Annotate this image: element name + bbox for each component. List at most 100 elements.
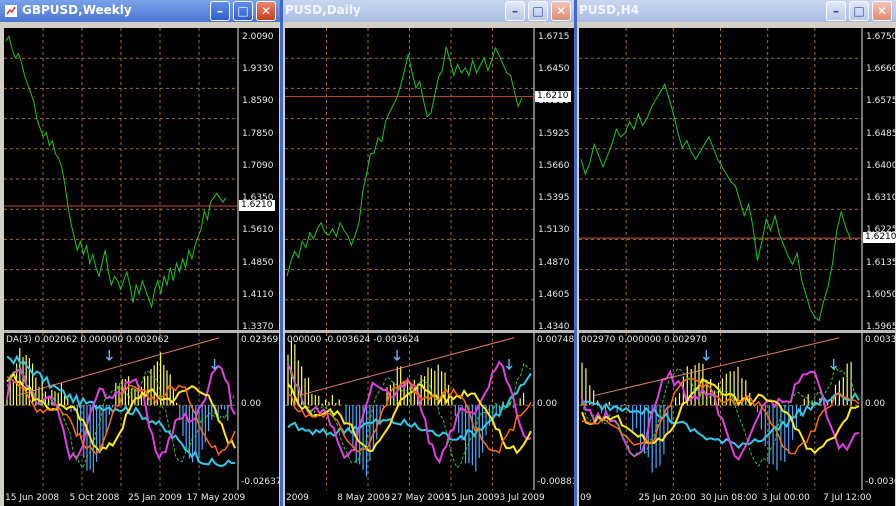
indicator-chart[interactable]: 002970 0.000000 0.002970 0.00334 0.00 -0.00… (579, 333, 896, 490)
down-arrow-marker (830, 359, 838, 370)
window-divider (280, 0, 283, 506)
time-scale-label: 25 Jun 20:00 (638, 493, 696, 503)
indicator-scale-label: 0.007483 (537, 335, 575, 345)
indicator-scale-label: 0.00 (537, 399, 558, 410)
minimize-button[interactable]: – (505, 1, 525, 21)
indicator-scale-label: -0.008817 (537, 477, 575, 487)
chart-window-weekly[interactable]: GBPUSD,Weekly – □ ✕ 2.0090 1.9330 1.8590 1.… (0, 0, 280, 506)
window-divider (574, 0, 577, 506)
price-chart[interactable]: 1.6750 1.6660 1.6575 1.6485 1.6400 1.6310 1.62… (579, 28, 896, 332)
indicator-scale-label: 0.00 (241, 399, 262, 410)
price-scale-label: 1.6135 (866, 257, 896, 268)
time-scale-label: 25 Jan 2009 (128, 493, 182, 503)
price-scale-label: 1.5130 (538, 225, 570, 236)
time-scale-label: 7 Jul 12:00 (823, 493, 872, 503)
price-series-line (5, 35, 227, 309)
indicator-scale-label: 0.00 (865, 399, 886, 410)
divergence-trendline (297, 337, 515, 397)
chart-window-h4[interactable]: PUSD,H4 – □ ✕ 1.6750 1.6660 1.6575 1.6485 1.… (577, 0, 896, 506)
indicator-canvas (4, 333, 239, 490)
price-scale-label: 1.6750 (866, 32, 896, 42)
price-chart-canvas (4, 28, 239, 330)
time-scale-label: 3 Jul 2009 (499, 493, 545, 503)
price-scale-label: 1.7850 (242, 128, 274, 139)
price-scale-label: 1.6400 (866, 160, 896, 171)
title-bar[interactable]: PUSD,H4 – □ ✕ (577, 0, 896, 22)
current-price-label: 1.6210 (863, 232, 896, 244)
window-title: GBPUSD,Weekly (22, 3, 132, 17)
time-scale-label: 30 Jun 08:00 (700, 493, 758, 503)
indicator-label: DA(3) 0.002062 0.000000 0.002062 (6, 335, 170, 345)
time-scale-label: 3 Jul 00:00 (761, 493, 810, 503)
maximize-button[interactable]: □ (233, 1, 253, 21)
indicator-scale-label: 0.00334 (865, 335, 896, 345)
price-scale-label: 1.5660 (538, 160, 570, 171)
indicator-label: 000000 -0.003624 -0.003624 (287, 335, 420, 345)
price-scale-label: 1.7090 (242, 160, 274, 171)
current-price-label: 1.6210 (239, 200, 275, 212)
price-scale-label: 1.6050 (866, 289, 896, 300)
close-button[interactable]: ✕ (872, 1, 892, 21)
title-bar[interactable]: PUSD,Daily – □ ✕ (283, 0, 575, 22)
window-title: PUSD,Daily (285, 3, 361, 17)
indicator-scale-label: -0.026374 (241, 477, 280, 487)
time-scale-label: 15 Jun 2009 (445, 493, 500, 503)
price-scale-label: 1.6715 (538, 32, 570, 42)
price-scale-label: 1.4870 (538, 257, 570, 268)
price-scale-label: 1.6575 (866, 96, 896, 107)
indicator-canvas (285, 333, 535, 490)
down-arrow-marker (505, 359, 513, 370)
title-bar[interactable]: GBPUSD,Weekly – □ ✕ (0, 0, 280, 22)
indicator-label: 002970 0.000000 0.002970 (581, 335, 707, 345)
price-scale-label: 1.4605 (538, 289, 570, 300)
indicator-scale-label: 0.023699 (241, 335, 280, 345)
time-scale-label: 5 Oct 2008 (69, 493, 120, 503)
price-scale-label: 1.6485 (866, 128, 896, 139)
time-axis: 09 25 Jun 20:00 30 Jun 08:00 3 Jul 00:00 7 J… (579, 490, 895, 506)
time-scale-label: 17 May 2009 (186, 493, 246, 503)
close-button[interactable]: ✕ (256, 1, 276, 21)
price-scale-label: 1.5610 (242, 225, 274, 236)
price-scale-label: 1.6310 (866, 193, 896, 204)
price-chart[interactable]: 2.0090 1.9330 1.8590 1.7850 1.7090 1.6350 1.56… (4, 28, 279, 332)
down-arrow-marker (393, 350, 401, 361)
time-scale-label: 15 Jun 2008 (5, 493, 60, 503)
down-arrow-marker (211, 359, 219, 370)
indicator-scale-label: -0.00303 (865, 477, 896, 487)
down-arrow-marker (105, 350, 113, 361)
price-series-line (286, 46, 523, 277)
price-scale-label: 1.4850 (242, 257, 274, 268)
price-chart-canvas (285, 28, 535, 330)
price-scale-label: 1.4110 (242, 289, 274, 300)
price-scale-label: 1.5925 (538, 128, 570, 139)
time-axis: 2009 8 May 2009 27 May 2009 15 Jun 2009 3 Ju… (285, 490, 574, 506)
price-chart-canvas (579, 28, 863, 330)
close-button[interactable]: ✕ (551, 1, 571, 21)
price-scale-label: 1.8590 (242, 96, 274, 107)
chart-window-daily[interactable]: PUSD,Daily – □ ✕ 1.6715 1.6450 1.6210 1.592… (283, 0, 575, 506)
price-scale-label: 1.5395 (538, 193, 570, 204)
price-scale-label: 1.6660 (866, 64, 896, 75)
magenta-oscillator-line (581, 369, 860, 461)
time-scale-label: 2009 (286, 493, 309, 503)
down-arrow-marker (702, 350, 710, 361)
minimize-button[interactable]: – (210, 1, 230, 21)
minimize-button[interactable]: – (826, 1, 846, 21)
window-title: PUSD,H4 (579, 3, 640, 17)
current-price-label: 1.6210 (535, 90, 571, 102)
indicator-canvas (579, 333, 863, 490)
maximize-button[interactable]: □ (849, 1, 869, 21)
indicator-chart[interactable]: 000000 -0.003624 -0.003624 0.007483 0.00 -0… (285, 333, 575, 490)
price-chart[interactable]: 1.6715 1.6450 1.6210 1.5925 1.5660 1.5395 1.51… (285, 28, 574, 332)
price-scale-label: 2.0090 (242, 32, 274, 42)
price-scale-label: 1.9330 (242, 64, 274, 75)
maximize-button[interactable]: □ (528, 1, 548, 21)
price-scale-label: 1.6450 (538, 64, 570, 75)
indicator-chart[interactable]: DA(3) 0.002062 0.000000 0.002062 0.023699… (4, 333, 280, 490)
time-scale-label: 8 May 2009 (337, 493, 391, 503)
price-series-line (580, 83, 851, 322)
time-scale-label: 09 (580, 493, 592, 503)
time-scale-label: 27 May 2009 (391, 493, 450, 503)
time-axis: 15 Jun 2008 5 Oct 2008 25 Jan 2009 17 May 2… (4, 490, 279, 506)
chart-app-icon (5, 5, 17, 17)
